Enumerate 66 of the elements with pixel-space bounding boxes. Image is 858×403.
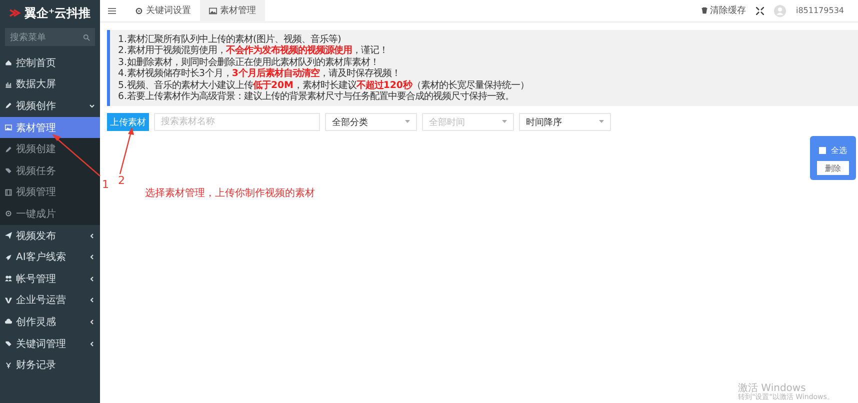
sidebar-subitem[interactable]: 视频管理 (0, 182, 100, 204)
search-icon (83, 34, 90, 40)
page-tab[interactable]: 素材管理 (200, 0, 265, 21)
sidebar-subitem[interactable]: 视频创建 (0, 138, 100, 160)
brand-logo: 翼企⁺云抖推 (0, 0, 100, 26)
caret-icon (405, 120, 410, 124)
chevron-left-icon (89, 340, 95, 347)
v-icon (5, 296, 12, 304)
sidebar-subitem[interactable]: 素材管理 (0, 116, 100, 138)
chevron-left-icon (89, 232, 95, 239)
trash-icon (700, 7, 708, 14)
gear-icon (135, 6, 143, 14)
annotation-caption: 选择素材管理，上传你制作视频的素材 (145, 186, 315, 200)
notice-line: 4.素材视频储存时长3个月，3个月后素材自动清空，请及时保存视频！ (118, 68, 402, 80)
sidebar-item[interactable]: 企业号运营 (0, 290, 100, 312)
image-icon (209, 6, 217, 14)
tag-icon (5, 167, 12, 174)
annotation-number: 2 (118, 174, 125, 187)
delete-button[interactable]: 删除 (817, 161, 849, 175)
send-icon (5, 232, 12, 240)
gear-icon (5, 210, 12, 218)
notice-line: 5.视频、音乐的素材大小建议上传低于20M，素材时长建议不超过120秒（素材的长宽尽量保持统一） (118, 80, 530, 91)
sidebar-item[interactable]: 视频发布 (0, 224, 100, 246)
username[interactable]: i851179534 (796, 6, 844, 15)
notice-line: 6.若要上传素材作为高级背景：建议上传的背景素材尺寸与任务配置中要合成的视频尺寸保持一致。 (118, 91, 515, 102)
sidebar-item[interactable]: 财务记录 (0, 354, 100, 376)
sidebar-item[interactable]: AI客户线索 (0, 246, 100, 268)
notice-line: 2.素材用于视频混剪使用，不会作为发布视频的视频源使用，谨记！ (118, 45, 389, 57)
filter-dropdown[interactable]: 全部分类 (325, 113, 417, 132)
filter-dropdown[interactable]: 时间降序 (519, 113, 611, 132)
notice-line: 3.如删除素材，则同时会删除正在使用此素材队列的素材库素材！ (118, 56, 380, 68)
chevron-left-icon (89, 276, 95, 282)
caret-icon (599, 120, 604, 124)
pen-icon (5, 146, 12, 153)
tag-icon (5, 340, 12, 348)
chart-icon (5, 80, 12, 88)
sidebar-item[interactable]: 关键词管理 (0, 332, 100, 354)
image-icon (5, 124, 12, 132)
rocket-icon (5, 254, 12, 261)
sidebar-item[interactable]: 创作灵感 (0, 311, 100, 333)
chevron-left-icon (89, 297, 95, 304)
fullscreen-icon[interactable] (756, 6, 764, 14)
home-icon (5, 59, 12, 66)
menu-icon[interactable] (108, 6, 116, 14)
search-field[interactable]: 搜索素材名称 (154, 113, 320, 132)
sidebar-subitem[interactable]: 一键成片 (0, 203, 100, 225)
caret-icon (502, 120, 507, 124)
activation-title: 激活 Windows (738, 383, 806, 394)
sidebar-item[interactable]: 控制首页 (0, 52, 100, 74)
chevron-left-icon (89, 318, 95, 325)
sidebar-item[interactable]: 视频创作 (0, 95, 100, 117)
chevron-down-icon (89, 102, 95, 109)
sidebar-item[interactable]: 数据大屏 (0, 74, 100, 96)
yen-icon (5, 362, 12, 369)
sidebar-subitem[interactable]: 视频任务 (0, 160, 100, 182)
clear-cache-button[interactable]: 清除缓存 (700, 4, 746, 17)
sidebar-item[interactable]: 帐号管理 (0, 268, 100, 290)
chevron-left-icon (89, 254, 95, 260)
pen-icon (5, 102, 12, 110)
annotation-number: 1 (102, 178, 109, 191)
film-icon (5, 188, 12, 196)
cloud-icon (5, 318, 12, 326)
annotation-arrow (119, 127, 134, 174)
users-icon (5, 275, 12, 282)
notice-line: 1.素材汇聚所有队列中上传的素材(图片、视频、音乐等) (118, 34, 342, 45)
page-tab[interactable]: 关键词设置 (126, 0, 200, 21)
